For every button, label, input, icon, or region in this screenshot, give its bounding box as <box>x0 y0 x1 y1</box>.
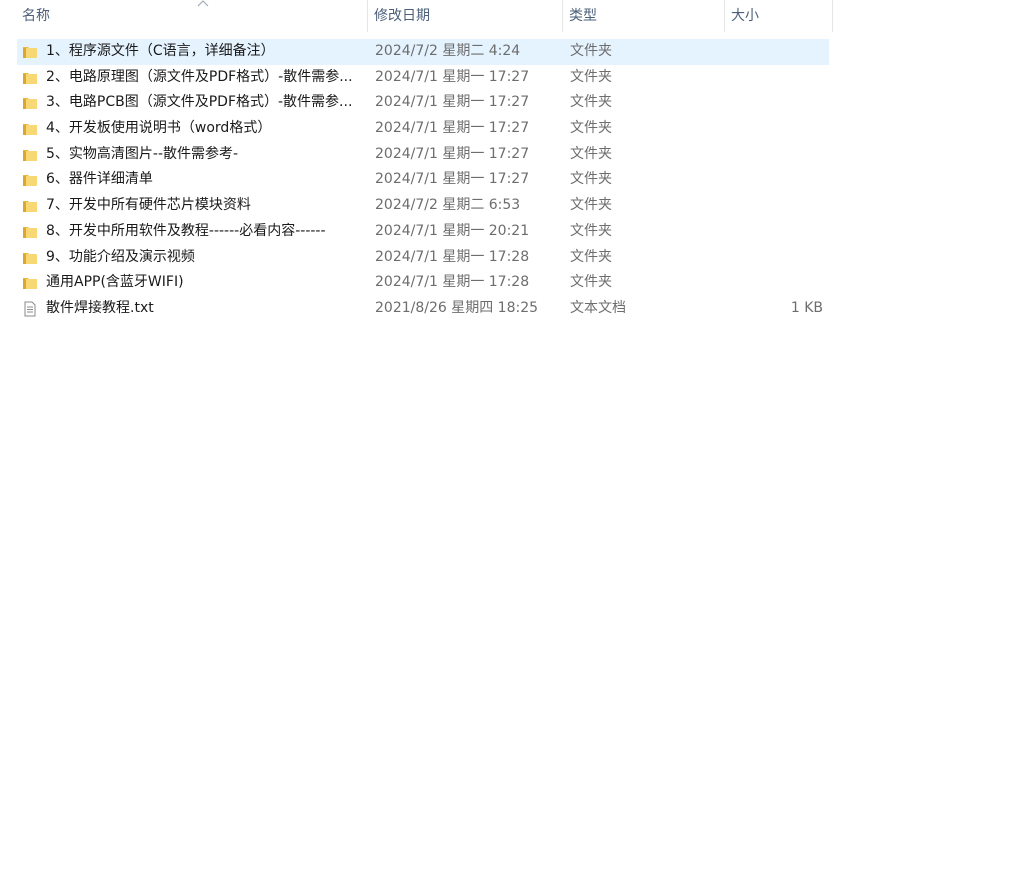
item-type: 文本文档 <box>570 299 626 316</box>
item-type: 文件夹 <box>570 248 612 265</box>
folder-row[interactable]: 4、开发板使用说明书（word格式） 2024/7/1 星期一 17:27 文件夹 <box>17 116 829 142</box>
item-name: 2、电路原理图（源文件及PDF格式）-散件需参... <box>46 68 353 85</box>
item-modified-date: 2024/7/1 星期一 17:27 <box>375 94 530 111</box>
column-header-row: 名称 修改日期 类型 大小 <box>0 0 833 32</box>
item-type: 文件夹 <box>570 145 612 162</box>
item-name: 9、功能介绍及演示视频 <box>46 248 195 265</box>
folder-row[interactable]: 8、开发中所用软件及教程------必看内容------ 2024/7/1 星期一… <box>17 219 829 245</box>
column-header-type-label: 类型 <box>569 8 597 24</box>
folder-row[interactable]: 1、程序源文件（C语言，详细备注） 2024/7/2 星期二 4:24 文件夹 <box>17 39 829 65</box>
item-name: 5、实物高清图片--散件需参考- <box>46 145 239 162</box>
item-modified-date: 2024/7/1 星期一 20:21 <box>375 222 530 239</box>
folder-row[interactable]: 6、器件详细清单 2024/7/1 星期一 17:27 文件夹 <box>17 167 829 193</box>
file-row[interactable]: 散件焊接教程.txt 2021/8/26 星期四 18:25 文本文档 1 KB <box>17 296 829 322</box>
text-file-icon <box>24 301 36 317</box>
column-header-date-label: 修改日期 <box>374 8 430 24</box>
item-name: 3、电路PCB图（源文件及PDF格式）-散件需参... <box>46 94 353 111</box>
item-modified-date: 2024/7/1 星期一 17:27 <box>375 68 530 85</box>
folder-icon <box>23 226 37 238</box>
folder-icon <box>23 47 37 58</box>
column-header-size-label: 大小 <box>731 8 759 24</box>
item-modified-date: 2024/7/1 星期一 17:28 <box>375 248 530 265</box>
file-explorer: 名称 修改日期 类型 大小 1、程序源文件（C语言，详细备注） 2024/7/2 … <box>0 0 1024 878</box>
sort-ascending-icon <box>197 0 209 7</box>
item-name: 散件焊接教程.txt <box>46 299 154 316</box>
folder-row[interactable]: 7、开发中所有硬件芯片模块资料 2024/7/2 星期二 6:53 文件夹 <box>17 193 829 219</box>
item-modified-date: 2024/7/2 星期二 6:53 <box>375 197 521 214</box>
item-name: 4、开发板使用说明书（word格式） <box>46 120 272 137</box>
file-list: 1、程序源文件（C语言，详细备注） 2024/7/2 星期二 4:24 文件夹 2、电… <box>17 39 829 322</box>
folder-row[interactable]: 5、实物高清图片--散件需参考- 2024/7/1 星期一 17:27 文件夹 <box>17 142 829 168</box>
item-modified-date: 2024/7/1 星期一 17:27 <box>375 120 530 137</box>
item-modified-date: 2024/7/1 星期一 17:27 <box>375 145 530 162</box>
item-type: 文件夹 <box>570 274 612 291</box>
folder-icon <box>23 201 37 213</box>
item-modified-date: 2024/7/1 星期一 17:28 <box>375 274 530 291</box>
item-modified-date: 2024/7/2 星期二 4:24 <box>375 43 521 59</box>
item-type: 文件夹 <box>570 43 612 59</box>
item-modified-date: 2024/7/1 星期一 17:27 <box>375 171 530 188</box>
column-header-name[interactable]: 名称 <box>16 0 368 32</box>
folder-icon <box>23 124 37 136</box>
item-modified-date: 2021/8/26 星期四 18:25 <box>375 299 539 316</box>
item-type: 文件夹 <box>570 120 612 137</box>
item-type: 文件夹 <box>570 222 612 239</box>
item-name: 7、开发中所有硬件芯片模块资料 <box>46 197 251 214</box>
folder-icon <box>23 149 37 161</box>
folder-icon <box>23 252 37 264</box>
item-name: 1、程序源文件（C语言，详细备注） <box>46 43 275 59</box>
item-type: 文件夹 <box>570 94 612 111</box>
folder-icon <box>23 98 37 110</box>
item-type: 文件夹 <box>570 171 612 188</box>
item-name: 通用APP(含蓝牙WIFI) <box>46 274 184 291</box>
column-header-type[interactable]: 类型 <box>563 0 725 32</box>
column-header-size[interactable]: 大小 <box>725 0 833 32</box>
folder-row[interactable]: 9、功能介绍及演示视频 2024/7/1 星期一 17:28 文件夹 <box>17 245 829 271</box>
item-name: 6、器件详细清单 <box>46 171 153 188</box>
item-type: 文件夹 <box>570 68 612 85</box>
item-size: 1 KB <box>790 299 823 316</box>
folder-row[interactable]: 2、电路原理图（源文件及PDF格式）-散件需参... 2024/7/1 星期一 1… <box>17 65 829 91</box>
item-type: 文件夹 <box>570 197 612 214</box>
folder-icon <box>23 72 37 84</box>
column-header-name-label: 名称 <box>22 8 50 24</box>
folder-row[interactable]: 3、电路PCB图（源文件及PDF格式）-散件需参... 2024/7/1 星期一 … <box>17 90 829 116</box>
folder-icon <box>23 175 37 187</box>
item-name: 8、开发中所用软件及教程------必看内容------ <box>46 222 326 239</box>
folder-row[interactable]: 通用APP(含蓝牙WIFI) 2024/7/1 星期一 17:28 文件夹 <box>17 270 829 296</box>
column-header-date[interactable]: 修改日期 <box>368 0 563 32</box>
folder-icon <box>23 278 37 290</box>
